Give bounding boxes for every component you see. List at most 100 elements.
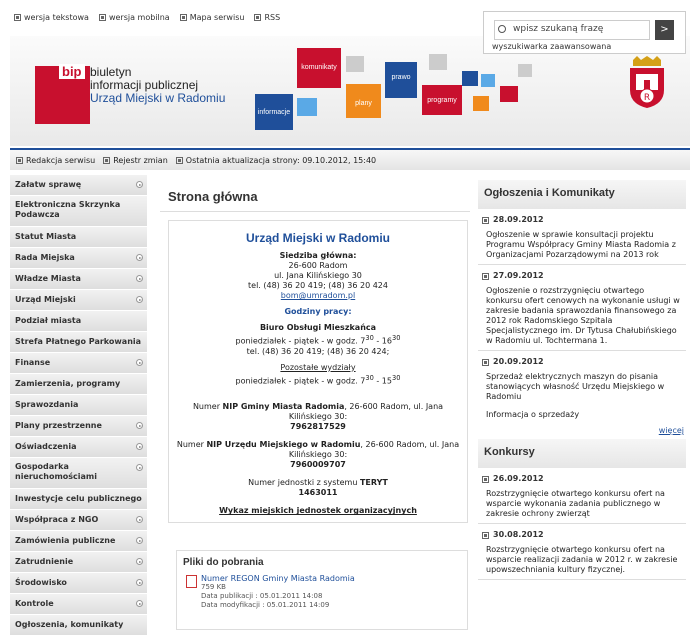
files-title: Pliki do pobrania [183,557,264,568]
news-item[interactable]: 28.09.2012 Ogłoszenie w sprawie konsulta… [478,209,686,265]
hq-label: Siedziba główna: [279,251,357,260]
bubble-informacje[interactable]: informacje [255,94,293,130]
sidebar-item-label: Strefa Płatnego Parkowania [15,337,142,346]
bubble-komunikaty[interactable]: komunikaty [297,48,341,88]
advanced-search-link[interactable]: wyszukiwarka zaawansowana [492,42,611,51]
sidebar-item[interactable]: Środowisko [10,573,147,594]
nip-gmina-value: 7962817529 [290,422,346,432]
chevron-right-icon [136,600,143,607]
top-link-text-version[interactable]: wersja tekstowa [14,13,89,22]
sidebar-item[interactable]: Władze Miasta [10,269,147,290]
nav-last-update: Ostatnia aktualizacja strony: 09.10.2012… [175,156,376,165]
file-link[interactable]: Numer REGON Gminy Miasta Radomia [201,574,461,583]
sidebar-item[interactable]: Zamówienia publiczne [10,531,147,552]
sidebar-item[interactable]: Sprawozdania [10,395,147,416]
decor-square [500,86,518,102]
announcements-title: Ogłoszenia i Komunikaty [478,180,686,209]
search-input[interactable]: wpisz szukaną frazę [494,20,650,40]
hours-label: Godziny pracy: [284,307,352,316]
radom-crest-icon[interactable]: R [627,56,667,108]
sidebar-item-label: Elektroniczna Skrzynka Podawcza [15,200,121,219]
sidebar-item-label: Oświadczenia [15,442,77,451]
sidebar-menu: Załatw sprawę Elektroniczna Skrzynka Poda… [10,175,147,636]
chevron-right-icon [136,558,143,565]
square-icon [482,358,489,366]
bubble-plany[interactable]: plany [346,84,381,118]
square-icon [482,531,489,539]
bom-label: Biuro Obsługi Mieszkańca [259,323,377,332]
svg-text:R: R [644,93,650,103]
top-link-sitemap[interactable]: Mapa serwisu [179,13,244,22]
contest-item[interactable]: 26.09.2012 Rozstrzygnięcie otwartego kon… [478,468,686,524]
file-item: Numer REGON Gminy Miasta Radomia 759 KB … [183,574,461,610]
bubble-programy[interactable]: programy [422,85,462,115]
decor-square [346,56,364,72]
sidebar-item[interactable]: Współpraca z NGO [10,510,147,531]
sidebar-item[interactable]: Rada Miejska [10,248,147,269]
nip-urzad: Numer NIP Urzędu Miejskiego w Radomiu, 2… [176,440,460,460]
bip-logo[interactable]: bip [35,64,90,124]
sidebar-item[interactable]: Zamierzenia, programy [10,374,147,395]
rss-icon [254,14,262,21]
sidebar-item-label: Kontrole [15,599,54,608]
square-icon [175,157,183,164]
main-content: Strona główna Urząd Miejski w Radomiu Si… [160,180,470,630]
bip-title[interactable]: biuletyn informacji publicznej Urząd Mie… [90,66,225,105]
more-link[interactable]: więcej [478,424,686,439]
bom-tel: tel. (48) 36 20 419; (48) 36 20 424; [246,346,390,356]
square-icon [482,475,489,483]
nav-bar: Redakcja serwisu Rejestr zmian Ostatnia … [10,148,690,170]
bubble-prawo[interactable]: prawo [385,62,417,98]
nav-editorial[interactable]: Redakcja serwisu [16,156,95,165]
square-icon [179,14,187,21]
sidebar-item[interactable]: Inwestycje celu publicznego [10,489,147,510]
news-item[interactable]: 20.09.2012 Sprzedaż elektrycznych maszyn… [478,351,686,424]
nav-change-log[interactable]: Rejestr zmian [103,156,168,165]
news-item[interactable]: 27.09.2012 Ogłoszenie o rozstrzygnięciu … [478,265,686,351]
sidebar-item-label: Współpraca z NGO [15,515,99,524]
sidebar-item[interactable]: Elektroniczna Skrzynka Podawcza [10,196,147,227]
other-hours: poniedziałek - piątek - w godz. 730 - 15… [235,373,401,386]
square-icon [16,157,23,164]
sidebar-item[interactable]: Gospodarka nieruchomościami [10,458,147,489]
sidebar-item[interactable]: Urząd Miejski [10,290,147,311]
teryt-value: 1463011 [298,488,338,498]
sidebar-item[interactable]: Załatw sprawę [10,175,147,196]
sidebar-item-label: Władze Miasta [15,274,81,283]
top-link-mobile[interactable]: wersja mobilna [98,13,170,22]
square-icon [14,14,21,21]
sidebar-item[interactable]: Statut Miasta [10,227,147,248]
sidebar-item[interactable]: Zatrudnienie [10,552,147,573]
hq-email-link[interactable]: bom@umradom.pl [281,291,355,300]
file-size: 759 KB [201,583,226,591]
teryt: Numer jednostki z systemu TERYT [248,478,388,488]
contests-title: Konkursy [478,439,686,468]
square-icon [482,272,489,280]
sidebar-item[interactable]: Podział miasta [10,311,147,332]
top-links: wersja tekstowa wersja mobilna Mapa serw… [14,13,280,22]
bom-hours: poniedziałek - piątek - w godz. 730 - 16… [235,334,401,346]
page-title: Strona główna [160,180,470,212]
sidebar-item[interactable]: Ogłoszenia, komunikaty [10,615,147,636]
sidebar-item[interactable]: Strefa Płatnego Parkowania [10,332,147,353]
contest-item[interactable]: 30.08.2012 Rozstrzygnięcie otwartego kon… [478,524,686,580]
chevron-right-icon [136,443,143,450]
right-column: Ogłoszenia i Komunikaty 28.09.2012 Ogłos… [478,180,686,580]
units-link[interactable]: Wykaz miejskich jednostek organizacyjnyc… [219,506,417,515]
sidebar-item[interactable]: Kontrole [10,594,147,615]
sidebar-item-label: Sprawozdania [15,400,79,409]
chevron-right-icon [136,422,143,429]
sidebar-item-label: Rada Miejska [15,253,75,262]
square-icon [98,14,106,21]
top-link-rss[interactable]: RSS [254,13,280,22]
sidebar-item-label: Plany przestrzenne [15,421,102,430]
sidebar-item-label: Ogłoszenia, komunikaty [15,620,124,629]
search-button[interactable]: > [655,20,674,40]
chevron-right-icon [136,359,143,366]
sidebar-item[interactable]: Oświadczenia [10,437,147,458]
decor-square [462,71,478,86]
sidebar-item[interactable]: Plany przestrzenne [10,416,147,437]
sidebar-item[interactable]: Finanse [10,353,147,374]
file-modified: Data modyfikacji : 05.01.2011 14:09 [201,601,330,609]
sidebar-item-label: Zamówienia publiczne [15,536,116,545]
